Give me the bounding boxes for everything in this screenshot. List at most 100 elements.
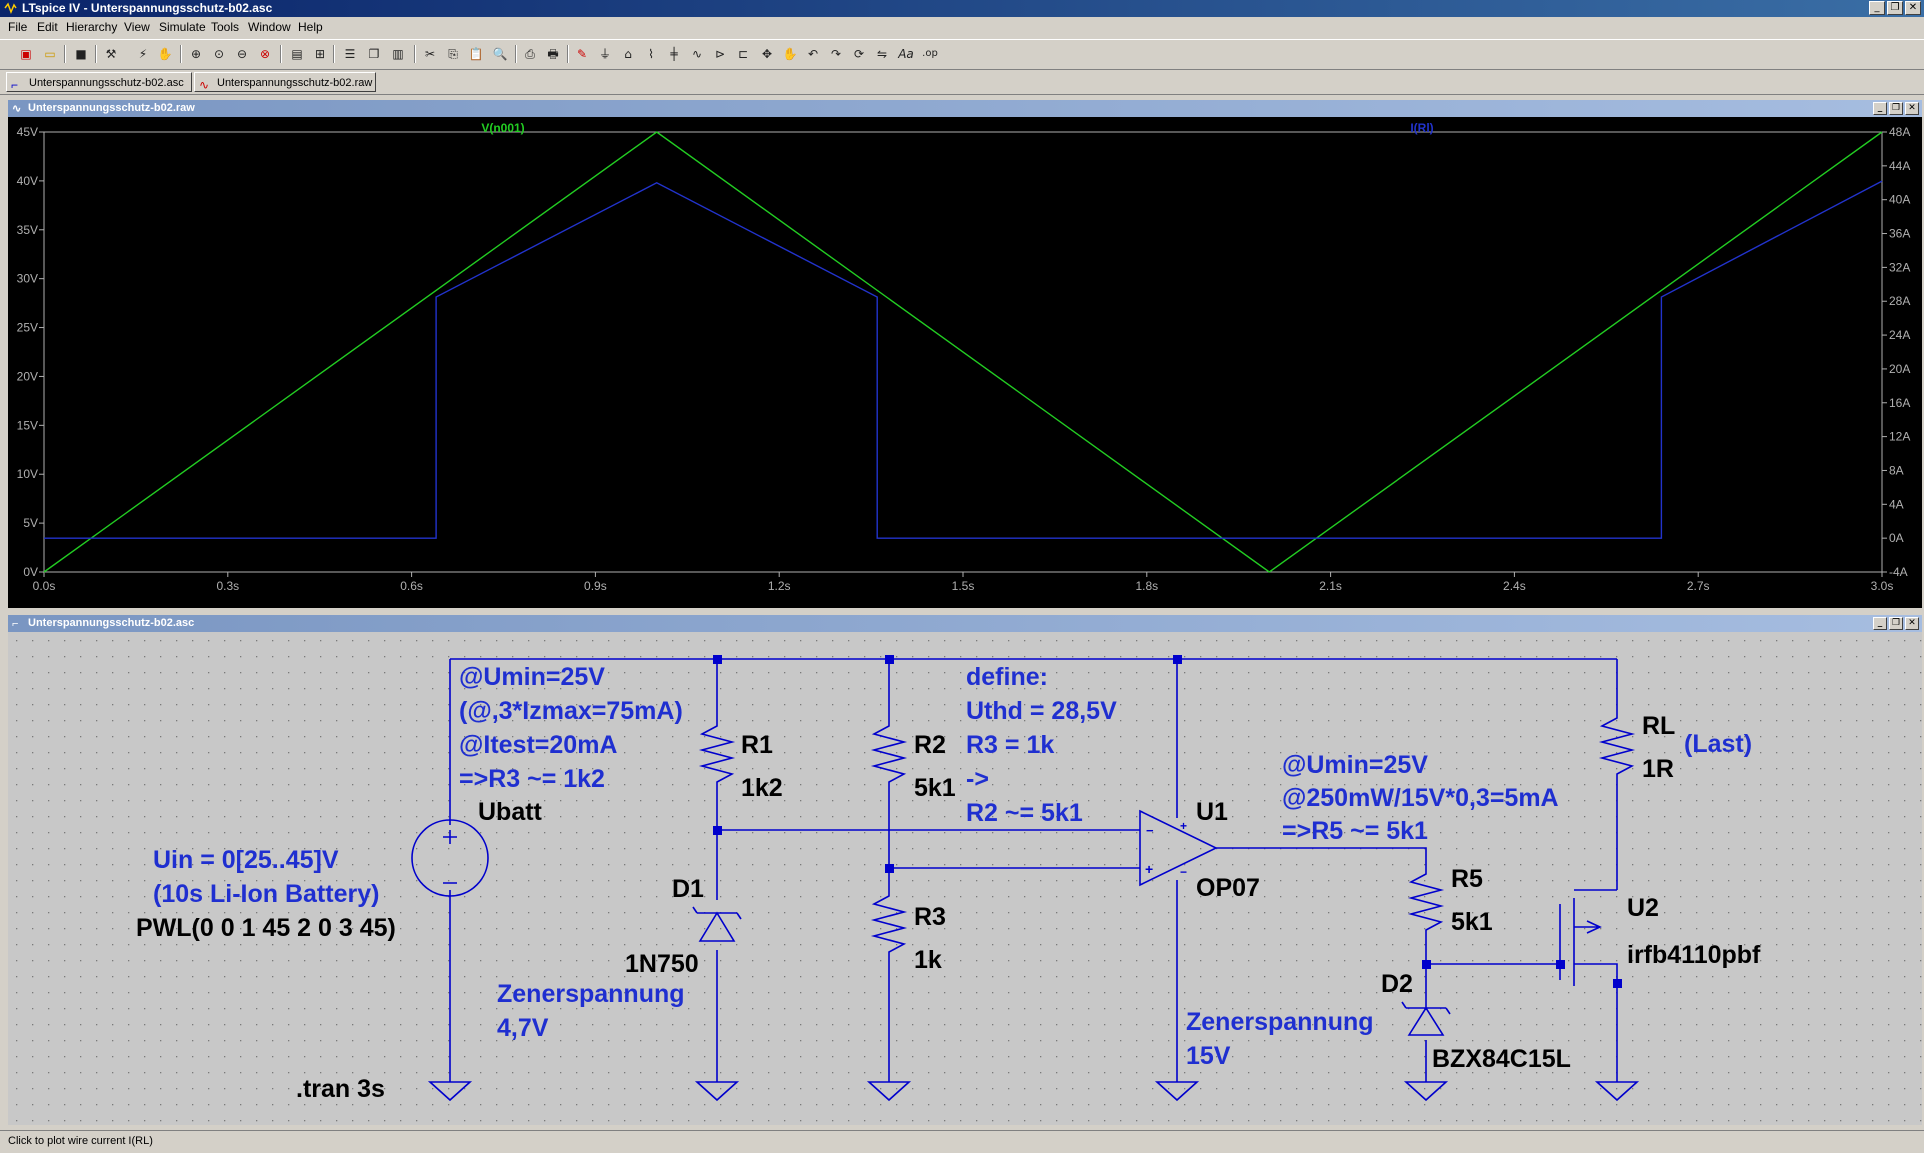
ubatt-label[interactable]: Ubatt bbox=[478, 798, 543, 826]
zener1-label[interactable]: Zenerspannung bbox=[497, 980, 685, 1008]
r2-value[interactable]: 5k1 bbox=[914, 774, 956, 802]
u2-label[interactable]: U2 bbox=[1627, 894, 1659, 922]
d2-part[interactable]: BZX84C15L bbox=[1432, 1045, 1571, 1073]
spice-directive-icon[interactable]: .op bbox=[920, 44, 940, 64]
uin-range-label[interactable]: Uin = 0[25..45]V bbox=[153, 846, 339, 874]
autorange-icon[interactable]: ▤ bbox=[287, 44, 307, 64]
r2-estimate-label[interactable]: R2 ~= 5k1 bbox=[966, 799, 1083, 827]
tab-waveform[interactable]: ∿ Unterspannungsschutz-b02.raw bbox=[194, 72, 376, 92]
note2-r5-estimate-label[interactable]: =>R5 ~= 5k1 bbox=[1282, 817, 1428, 845]
define-label[interactable]: define: bbox=[966, 663, 1048, 691]
menu-help[interactable]: Help bbox=[298, 20, 323, 34]
cascade-icon[interactable]: ❐ bbox=[364, 44, 384, 64]
zener2-label[interactable]: Zenerspannung bbox=[1186, 1008, 1374, 1036]
r1-value[interactable]: 1k2 bbox=[741, 774, 783, 802]
r2-label[interactable]: R2 bbox=[914, 731, 946, 759]
zener1-voltage-label[interactable]: 4,7V bbox=[497, 1014, 549, 1042]
restore-button[interactable]: ❐ bbox=[1887, 1, 1903, 15]
inductor-icon[interactable]: ∿ bbox=[687, 44, 707, 64]
note-r3-estimate-label[interactable]: =>R3 ~= 1k2 bbox=[459, 765, 605, 793]
u2-part[interactable]: irfb4110pbf bbox=[1627, 941, 1761, 969]
zoom-in-icon[interactable]: ⊕ bbox=[186, 44, 206, 64]
menu-file[interactable]: File bbox=[8, 20, 27, 34]
find-icon[interactable]: 🔍 bbox=[490, 44, 510, 64]
zoom-out-icon[interactable]: ⊖ bbox=[232, 44, 252, 64]
draw-wire-icon[interactable]: ✎ bbox=[572, 44, 592, 64]
schematic-minimize-button[interactable]: _ bbox=[1873, 617, 1887, 630]
rl-value[interactable]: 1R bbox=[1642, 755, 1674, 783]
r3-define-label[interactable]: R3 = 1k bbox=[966, 731, 1054, 759]
tran-directive[interactable]: .tran 3s bbox=[296, 1075, 385, 1103]
pwl-label[interactable]: PWL(0 0 1 45 2 0 3 45) bbox=[136, 914, 396, 942]
menu-tools[interactable]: Tools bbox=[211, 20, 239, 34]
menu-view[interactable]: View bbox=[124, 20, 150, 34]
arrow-label[interactable]: -> bbox=[966, 765, 989, 793]
plot-minimize-button[interactable]: _ bbox=[1873, 102, 1887, 115]
capacitor-icon[interactable]: ╪ bbox=[664, 44, 684, 64]
plot-close-button[interactable]: ✕ bbox=[1905, 102, 1919, 115]
control-panel-icon[interactable]: ⚒ bbox=[101, 44, 121, 64]
redo-icon[interactable]: ↷ bbox=[826, 44, 846, 64]
d1-label[interactable]: D1 bbox=[672, 875, 704, 903]
move-icon[interactable]: ✥ bbox=[757, 44, 777, 64]
diode-icon[interactable]: ⊳ bbox=[710, 44, 730, 64]
component-icon[interactable]: ⊏ bbox=[733, 44, 753, 64]
note2-umin-label[interactable]: @Umin=25V bbox=[1282, 751, 1428, 779]
plot-restore-button[interactable]: ❐ bbox=[1889, 102, 1903, 115]
menu-edit[interactable]: Edit bbox=[37, 20, 58, 34]
copy-icon[interactable]: ⎘ bbox=[443, 44, 463, 64]
open-icon[interactable]: ▭ bbox=[40, 44, 60, 64]
print-icon[interactable]: 🖶 bbox=[543, 44, 563, 64]
note-umin-label[interactable]: @Umin=25V bbox=[459, 663, 605, 691]
battery-label[interactable]: (10s Li-Ion Battery) bbox=[153, 880, 379, 908]
u1-part[interactable]: OP07 bbox=[1196, 874, 1260, 902]
r5-label[interactable]: R5 bbox=[1451, 865, 1483, 893]
uthd-label[interactable]: Uthd = 28,5V bbox=[966, 697, 1117, 725]
r5-value[interactable]: 5k1 bbox=[1451, 908, 1493, 936]
note2-power-label[interactable]: @250mW/15V*0,3=5mA bbox=[1282, 784, 1559, 812]
run-icon[interactable]: ⚡ bbox=[133, 44, 153, 64]
grid-icon[interactable]: ⊞ bbox=[310, 44, 330, 64]
print-setup-icon[interactable]: ⎙ bbox=[520, 44, 540, 64]
zoom-fit-icon[interactable]: ⊗ bbox=[255, 44, 275, 64]
menu-simulate[interactable]: Simulate bbox=[159, 20, 206, 34]
save-icon[interactable]: ■ bbox=[71, 44, 91, 64]
ground-icon[interactable]: ⏚ bbox=[595, 44, 615, 64]
schematic-restore-button[interactable]: ❐ bbox=[1889, 617, 1903, 630]
note-itest-label[interactable]: @Itest=20mA bbox=[459, 731, 617, 759]
r3-value[interactable]: 1k bbox=[914, 946, 942, 974]
label-net-icon[interactable]: ⌂ bbox=[618, 44, 638, 64]
trace-label-v-n001[interactable]: V(n001) bbox=[481, 121, 524, 135]
schematic-canvas[interactable]: − + + − @Umin=25V (@,3*Izmax=75mA) @Ites… bbox=[8, 632, 1922, 1125]
d1-part[interactable]: 1N750 bbox=[625, 950, 699, 978]
note-izmax-label[interactable]: (@,3*Izmax=75mA) bbox=[459, 697, 683, 725]
minimize-button[interactable]: _ bbox=[1869, 1, 1885, 15]
rotate-icon[interactable]: ⟳ bbox=[849, 44, 869, 64]
text-icon[interactable]: Aa bbox=[896, 44, 916, 64]
waveform-plot[interactable]: 0.0s 0.3s 0.6s 0.9s 1.2s 1.5s 1.8s 2.1s 2.4s 2.7s… bbox=[8, 117, 1922, 608]
r1-label[interactable]: R1 bbox=[741, 731, 773, 759]
rl-label[interactable]: RL bbox=[1642, 712, 1675, 740]
close-button[interactable]: ✕ bbox=[1905, 1, 1921, 15]
resistor-icon[interactable]: ⌇ bbox=[641, 44, 661, 64]
drag-icon[interactable]: ✋ bbox=[780, 44, 800, 64]
menu-hierarchy[interactable]: Hierarchy bbox=[66, 20, 117, 34]
zener2-voltage-label[interactable]: 15V bbox=[1186, 1042, 1231, 1070]
tile-horizontal-icon[interactable]: ☰ bbox=[340, 44, 360, 64]
last-label[interactable]: (Last) bbox=[1684, 730, 1752, 758]
r3-label[interactable]: R3 bbox=[914, 903, 946, 931]
pan-icon[interactable]: ⊙ bbox=[209, 44, 229, 64]
tile-vertical-icon[interactable]: ▥ bbox=[388, 44, 408, 64]
halt-icon[interactable]: ✋ bbox=[155, 44, 175, 64]
menu-window[interactable]: Window bbox=[248, 20, 291, 34]
paste-icon[interactable]: 📋 bbox=[466, 44, 486, 64]
tab-schematic[interactable]: ⌐ Unterspannungsschutz-b02.asc bbox=[6, 72, 192, 92]
mirror-icon[interactable]: ⇋ bbox=[872, 44, 892, 64]
undo-icon[interactable]: ↶ bbox=[803, 44, 823, 64]
trace-label-i-rl[interactable]: I(Rl) bbox=[1410, 121, 1433, 135]
cut-icon[interactable]: ✂ bbox=[420, 44, 440, 64]
d2-label[interactable]: D2 bbox=[1381, 970, 1413, 998]
new-schematic-icon[interactable]: ▣ bbox=[16, 44, 36, 64]
schematic-close-button[interactable]: ✕ bbox=[1905, 617, 1919, 630]
u1-label[interactable]: U1 bbox=[1196, 798, 1228, 826]
